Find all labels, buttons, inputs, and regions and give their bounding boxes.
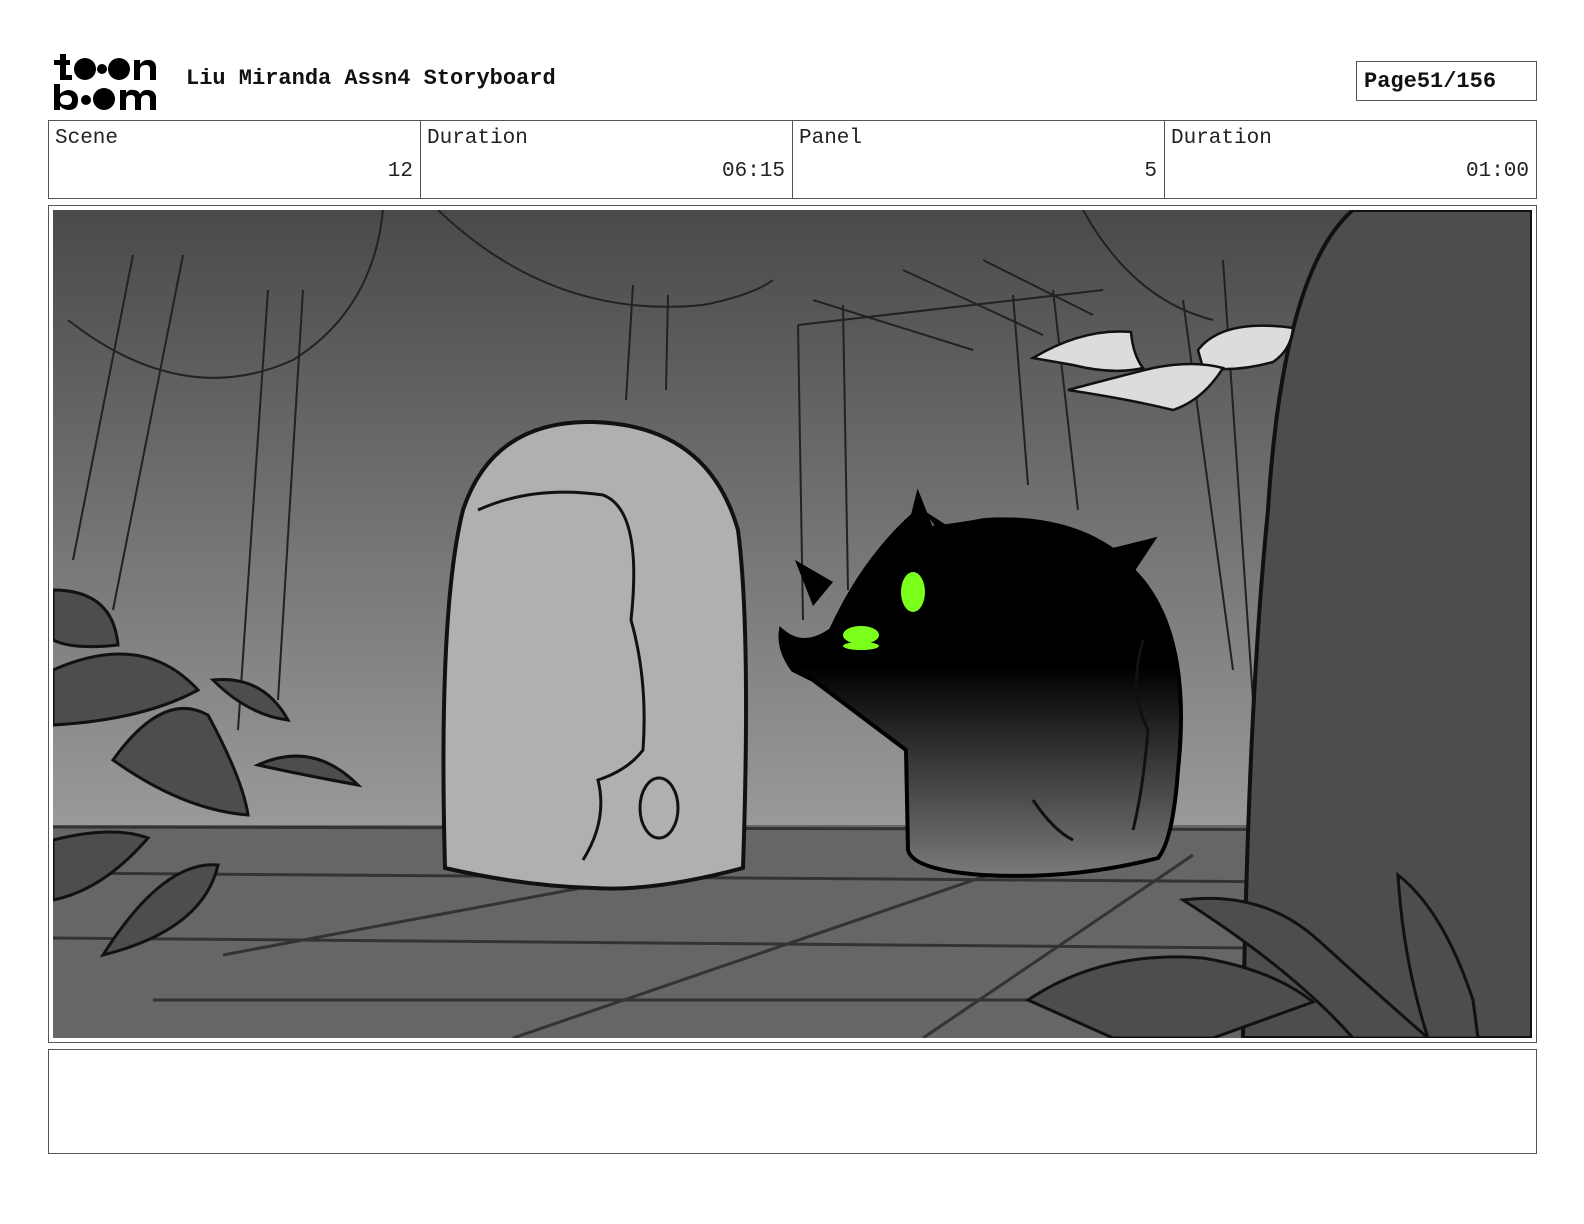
scene-value: 12: [387, 160, 413, 183]
storyboard-title: Liu Miranda Assn4 Storyboard: [186, 66, 556, 91]
panel-frame: [48, 205, 1537, 1043]
gravestone: [441, 419, 749, 891]
panel-value: 5: [1144, 160, 1157, 183]
scene-duration-cell: Duration 06:15: [421, 121, 793, 198]
page-label: Page: [1364, 68, 1417, 94]
panel-label: Panel: [799, 127, 863, 150]
scene-cell: Scene 12: [49, 121, 421, 198]
panel-info-table: Scene 12 Duration 06:15 Panel 5 Duration…: [48, 120, 1537, 199]
toonboom-logo-mark: [54, 54, 156, 110]
page-indicator: Page 51/156: [1356, 61, 1537, 101]
panel-duration-label: Duration: [1171, 127, 1272, 150]
panel-duration-value: 01:00: [1465, 160, 1529, 183]
scene-label: Scene: [55, 127, 119, 150]
page-number: 51/156: [1416, 68, 1497, 94]
scene-duration-value: 06:15: [721, 160, 785, 183]
panel-duration-cell: Duration 01:00: [1165, 121, 1536, 198]
toonboom-logo: toon boom: [52, 50, 164, 112]
panel-artwork: [53, 210, 1532, 1038]
panel-notes-text: [49, 1050, 1536, 1062]
panel-cell: Panel 5: [793, 121, 1165, 198]
panel-notes: [48, 1049, 1537, 1154]
scene-duration-label: Duration: [427, 127, 528, 150]
